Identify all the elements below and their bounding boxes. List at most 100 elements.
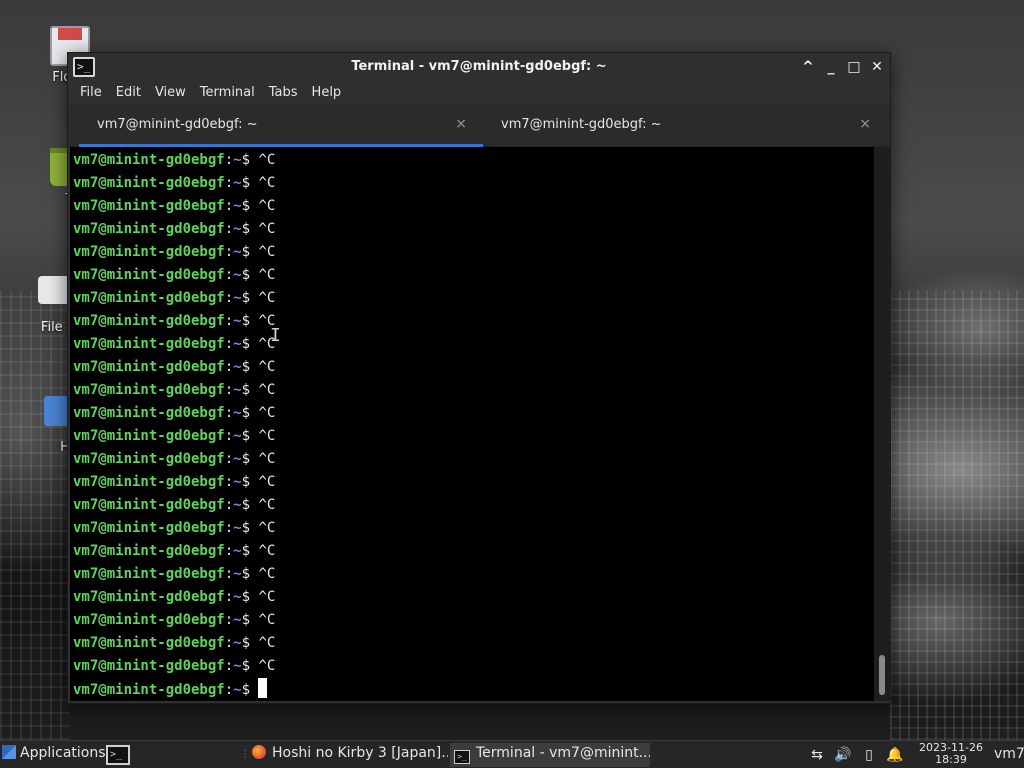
prompt-dollar: $ bbox=[241, 382, 259, 398]
prompt-user: vm7@minint-gd0ebgf bbox=[73, 589, 225, 605]
scrollbar-thumb[interactable] bbox=[879, 655, 885, 695]
terminal-line: vm7@minint-gd0ebgf:~$ ^C bbox=[73, 632, 874, 655]
terminal-command: ^C bbox=[258, 221, 276, 237]
network-icon[interactable]: ⇆ bbox=[808, 746, 826, 764]
shade-button[interactable]: ^ bbox=[798, 57, 818, 77]
volume-icon[interactable]: 🔊 bbox=[834, 746, 852, 764]
terminal-line: vm7@minint-gd0ebgf:~$ ^C bbox=[73, 609, 874, 632]
terminal-line: vm7@minint-gd0ebgf:~$ ^C bbox=[73, 356, 874, 379]
minimize-button[interactable]: _ bbox=[821, 57, 841, 77]
clock-time: 18:39 bbox=[935, 753, 967, 766]
task-firefox[interactable]: Hoshi no Kirby 3 [Japan]... bbox=[250, 743, 448, 767]
prompt-dollar: $ bbox=[241, 612, 259, 628]
prompt-colon: : bbox=[224, 451, 234, 467]
tab-terminal-2[interactable]: vm7@minint-gd0ebgf: ~ × bbox=[483, 105, 887, 147]
prompt-colon: : bbox=[224, 543, 234, 559]
terminal-command: ^C bbox=[258, 359, 276, 375]
taskbar: Applications >_ ⋮ Hoshi no Kirby 3 [Japa… bbox=[0, 740, 1024, 768]
prompt-user: vm7@minint-gd0ebgf bbox=[73, 520, 225, 536]
prompt-path: ~ bbox=[233, 474, 242, 490]
prompt-dollar: $ bbox=[241, 267, 259, 283]
menu-tabs[interactable]: Tabs bbox=[269, 81, 298, 100]
terminal-output[interactable]: vm7@minint-gd0ebgf:~$ ^C vm7@minint-gd0eb… bbox=[70, 147, 874, 701]
battery-icon[interactable]: ▯ bbox=[860, 746, 878, 764]
prompt-user: vm7@minint-gd0ebgf bbox=[73, 612, 225, 628]
terminal-line: vm7@minint-gd0ebgf:~$ ^C bbox=[73, 218, 874, 241]
terminal-command: ^C bbox=[258, 543, 276, 559]
user-menu[interactable]: vm7 bbox=[994, 746, 1024, 762]
terminal-launcher-icon[interactable]: >_ bbox=[106, 745, 130, 765]
prompt-path: ~ bbox=[233, 428, 242, 444]
terminal-line: vm7@minint-gd0ebgf:~$ ^C bbox=[73, 517, 874, 540]
prompt-colon: : bbox=[224, 382, 234, 398]
maximize-button[interactable]: □ bbox=[844, 57, 864, 77]
prompt-dollar: $ bbox=[241, 474, 259, 490]
terminal-line: vm7@minint-gd0ebgf:~$ ^C bbox=[73, 379, 874, 402]
menu-help[interactable]: Help bbox=[312, 81, 342, 100]
prompt-path: ~ bbox=[233, 198, 242, 214]
terminal-line: vm7@minint-gd0ebgf:~$ ^C bbox=[73, 471, 874, 494]
prompt-user: vm7@minint-gd0ebgf bbox=[73, 635, 225, 651]
prompt-dollar: $ bbox=[241, 152, 259, 168]
firefox-icon bbox=[252, 745, 266, 759]
tab-close-icon[interactable]: × bbox=[455, 116, 467, 132]
close-button[interactable]: ✕ bbox=[867, 57, 887, 77]
clock[interactable]: 2023-11-26 18:39 bbox=[916, 742, 986, 766]
prompt-dollar: $ bbox=[241, 359, 259, 375]
prompt-dollar: $ bbox=[241, 313, 259, 329]
terminal-icon: >_ bbox=[454, 750, 470, 764]
prompt-user: vm7@minint-gd0ebgf bbox=[73, 658, 225, 674]
task-terminal[interactable]: >_ Terminal - vm7@minint... bbox=[450, 743, 650, 767]
prompt-colon: : bbox=[224, 682, 234, 698]
prompt-path: ~ bbox=[233, 267, 242, 283]
menu-file[interactable]: File bbox=[80, 81, 102, 100]
prompt-dollar: $ bbox=[241, 566, 259, 582]
prompt-colon: : bbox=[224, 520, 234, 536]
terminal-current-line[interactable]: vm7@minint-gd0ebgf:~$ bbox=[73, 678, 874, 701]
prompt-colon: : bbox=[224, 497, 234, 513]
prompt-colon: : bbox=[224, 405, 234, 421]
prompt-dollar: $ bbox=[241, 682, 259, 698]
prompt-path: ~ bbox=[233, 290, 242, 306]
notification-icon[interactable]: 🔔 bbox=[886, 746, 904, 764]
applications-menu-button[interactable]: Applications bbox=[2, 745, 106, 761]
tab-close-icon[interactable]: × bbox=[859, 116, 871, 132]
terminal-command: ^C bbox=[258, 520, 276, 536]
terminal-line: vm7@minint-gd0ebgf:~$ ^C bbox=[73, 264, 874, 287]
prompt-colon: : bbox=[224, 290, 234, 306]
terminal-command: ^C bbox=[258, 290, 276, 306]
text-cursor-ibeam-icon: I bbox=[270, 325, 281, 346]
prompt-user: vm7@minint-gd0ebgf bbox=[73, 405, 225, 421]
tab-terminal-1[interactable]: vm7@minint-gd0ebgf: ~ × bbox=[79, 105, 483, 147]
terminal-line: vm7@minint-gd0ebgf:~$ ^C bbox=[73, 172, 874, 195]
prompt-path: ~ bbox=[233, 451, 242, 467]
task-label: Hoshi no Kirby 3 [Japan]... bbox=[272, 745, 448, 761]
tab-bar: vm7@minint-gd0ebgf: ~ × vm7@minint-gd0eb… bbox=[68, 105, 890, 147]
terminal-command: ^C bbox=[258, 566, 276, 582]
prompt-user: vm7@minint-gd0ebgf bbox=[73, 682, 225, 698]
prompt-user: vm7@minint-gd0ebgf bbox=[73, 336, 225, 352]
terminal-scrollbar[interactable] bbox=[874, 147, 890, 701]
menu-terminal[interactable]: Terminal bbox=[200, 81, 255, 100]
prompt-colon: : bbox=[224, 359, 234, 375]
terminal-cursor bbox=[258, 678, 268, 698]
prompt-dollar: $ bbox=[241, 175, 259, 191]
prompt-path: ~ bbox=[233, 221, 242, 237]
prompt-colon: : bbox=[224, 566, 234, 582]
terminal-line: vm7@minint-gd0ebgf:~$ ^C bbox=[73, 425, 874, 448]
menu-view[interactable]: View bbox=[155, 81, 186, 100]
prompt-user: vm7@minint-gd0ebgf bbox=[73, 244, 225, 260]
menu-edit[interactable]: Edit bbox=[116, 81, 141, 100]
prompt-path: ~ bbox=[233, 520, 242, 536]
prompt-colon: : bbox=[224, 313, 234, 329]
prompt-user: vm7@minint-gd0ebgf bbox=[73, 267, 225, 283]
prompt-colon: : bbox=[224, 267, 234, 283]
prompt-colon: : bbox=[224, 635, 234, 651]
prompt-path: ~ bbox=[233, 589, 242, 605]
terminal-command: ^C bbox=[258, 658, 276, 674]
prompt-dollar: $ bbox=[241, 405, 259, 421]
window-titlebar[interactable]: >_ Terminal - vm7@minint-gd0ebgf: ~ ^ _ … bbox=[68, 53, 890, 81]
applications-label: Applications bbox=[20, 745, 106, 761]
prompt-user: vm7@minint-gd0ebgf bbox=[73, 359, 225, 375]
prompt-path: ~ bbox=[233, 175, 242, 191]
